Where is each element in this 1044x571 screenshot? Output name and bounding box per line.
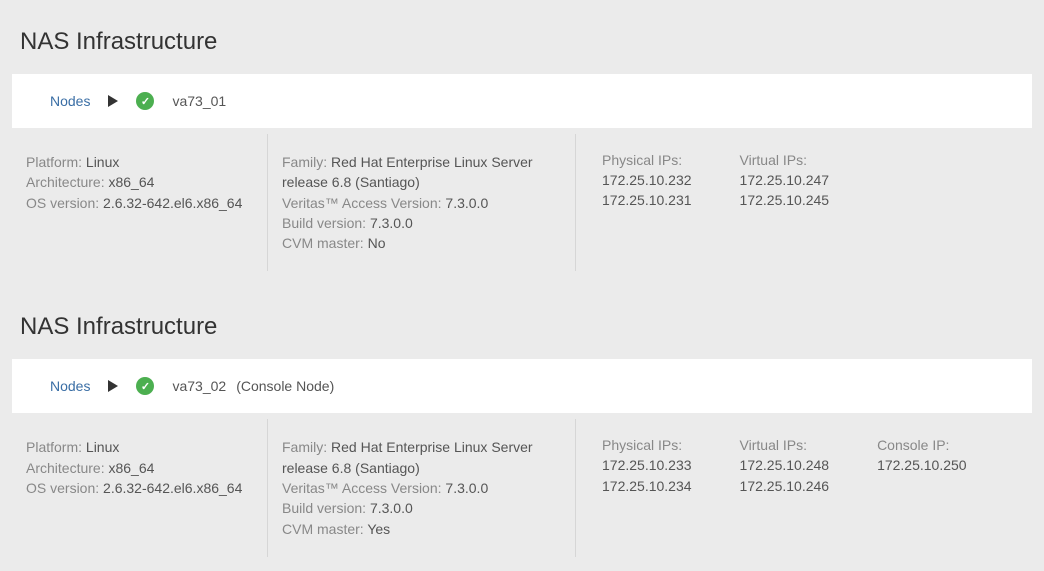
platform-row-value: Linux bbox=[86, 439, 119, 455]
play-icon[interactable] bbox=[108, 95, 118, 107]
nodes-link[interactable]: Nodes bbox=[50, 378, 90, 394]
build-version-row-value: 7.3.0.0 bbox=[370, 500, 413, 516]
virtual-ips: Virtual IPs: 172.25.10.248172.25.10.246 bbox=[740, 437, 830, 538]
access-version-row-label: Veritas™ Access Version: bbox=[282, 195, 442, 211]
access-version-row: Veritas™ Access Version: 7.3.0.0 bbox=[282, 478, 561, 498]
architecture-row: Architecture: x86_64 bbox=[26, 172, 253, 192]
play-icon[interactable] bbox=[108, 380, 118, 392]
details-col-system: Platform: LinuxArchitecture: x86_64OS ve… bbox=[12, 134, 268, 271]
cvm-master-row-value: No bbox=[368, 235, 386, 251]
virtual-ips-label: Virtual IPs: bbox=[740, 437, 830, 453]
access-version-row-value: 7.3.0.0 bbox=[445, 195, 488, 211]
virtual-ips-label: Virtual IPs: bbox=[740, 152, 830, 168]
node-suffix: (Console Node) bbox=[236, 378, 334, 394]
physical-ips: Physical IPs: 172.25.10.233172.25.10.234 bbox=[602, 437, 692, 538]
family-row-label: Family: bbox=[282, 439, 327, 455]
cvm-master-row: CVM master: No bbox=[282, 233, 561, 253]
ip-value: 172.25.10.250 bbox=[877, 455, 967, 475]
virtual-ips: Virtual IPs: 172.25.10.247172.25.10.245 bbox=[740, 152, 830, 253]
access-version-row-label: Veritas™ Access Version: bbox=[282, 480, 442, 496]
architecture-row: Architecture: x86_64 bbox=[26, 458, 253, 478]
ip-value: 172.25.10.246 bbox=[740, 476, 830, 496]
architecture-row-label: Architecture: bbox=[26, 174, 105, 190]
details-col-ips: Physical IPs: 172.25.10.232172.25.10.231 V… bbox=[576, 134, 1032, 271]
details-col-release: Family: Red Hat Enterprise Linux Server … bbox=[268, 134, 576, 271]
ip-value: 172.25.10.248 bbox=[740, 455, 830, 475]
cvm-master-row-label: CVM master: bbox=[282, 521, 364, 537]
ip-value: 172.25.10.234 bbox=[602, 476, 692, 496]
panel-title: NAS Infrastructure bbox=[12, 285, 1032, 359]
nas-infrastructure-panel: NAS Infrastructure Nodes ✓ va73_02 (Console … bbox=[0, 285, 1044, 570]
platform-row: Platform: Linux bbox=[26, 152, 253, 172]
os-version-row-value: 2.6.32-642.el6.x86_64 bbox=[103, 480, 242, 496]
console-ip-label: Console IP: bbox=[877, 437, 967, 453]
node-name: va73_01 bbox=[172, 93, 226, 109]
build-version-row-value: 7.3.0.0 bbox=[370, 215, 413, 231]
cvm-master-row-value: Yes bbox=[367, 521, 390, 537]
panel-title: NAS Infrastructure bbox=[12, 0, 1032, 74]
ip-value: 172.25.10.232 bbox=[602, 170, 692, 190]
node-name: va73_02 bbox=[172, 378, 226, 394]
os-version-row: OS version: 2.6.32-642.el6.x86_64 bbox=[26, 193, 253, 213]
family-row: Family: Red Hat Enterprise Linux Server … bbox=[282, 152, 561, 193]
access-version-row-value: 7.3.0.0 bbox=[445, 480, 488, 496]
cvm-master-row: CVM master: Yes bbox=[282, 519, 561, 539]
console-ip: Console IP: 172.25.10.250 bbox=[877, 437, 967, 538]
platform-row-value: Linux bbox=[86, 154, 119, 170]
build-version-row: Build version: 7.3.0.0 bbox=[282, 213, 561, 233]
nas-infrastructure-panel: NAS Infrastructure Nodes ✓ va73_01 Platform:… bbox=[0, 0, 1044, 285]
os-version-row-label: OS version: bbox=[26, 195, 99, 211]
details-col-release: Family: Red Hat Enterprise Linux Server … bbox=[268, 419, 576, 556]
node-header: Nodes ✓ va73_01 bbox=[12, 74, 1032, 128]
physical-ips-label: Physical IPs: bbox=[602, 152, 692, 168]
os-version-row: OS version: 2.6.32-642.el6.x86_64 bbox=[26, 478, 253, 498]
os-version-row-value: 2.6.32-642.el6.x86_64 bbox=[103, 195, 242, 211]
build-version-row: Build version: 7.3.0.0 bbox=[282, 498, 561, 518]
architecture-row-value: x86_64 bbox=[108, 460, 154, 476]
physical-ips: Physical IPs: 172.25.10.232172.25.10.231 bbox=[602, 152, 692, 253]
status-ok-icon: ✓ bbox=[136, 377, 154, 395]
nodes-link[interactable]: Nodes bbox=[50, 93, 90, 109]
platform-row-label: Platform: bbox=[26, 154, 82, 170]
os-version-row-label: OS version: bbox=[26, 480, 99, 496]
ip-value: 172.25.10.247 bbox=[740, 170, 830, 190]
architecture-row-value: x86_64 bbox=[108, 174, 154, 190]
physical-ips-label: Physical IPs: bbox=[602, 437, 692, 453]
access-version-row: Veritas™ Access Version: 7.3.0.0 bbox=[282, 193, 561, 213]
cvm-master-row-label: CVM master: bbox=[282, 235, 364, 251]
node-details: Platform: LinuxArchitecture: x86_64OS ve… bbox=[12, 413, 1032, 556]
platform-row: Platform: Linux bbox=[26, 437, 253, 457]
architecture-row-label: Architecture: bbox=[26, 460, 105, 476]
details-col-system: Platform: LinuxArchitecture: x86_64OS ve… bbox=[12, 419, 268, 556]
family-row: Family: Red Hat Enterprise Linux Server … bbox=[282, 437, 561, 478]
family-row-label: Family: bbox=[282, 154, 327, 170]
details-col-ips: Physical IPs: 172.25.10.233172.25.10.234 V… bbox=[576, 419, 1032, 556]
build-version-row-label: Build version: bbox=[282, 215, 366, 231]
node-header: Nodes ✓ va73_02 (Console Node) bbox=[12, 359, 1032, 413]
status-ok-icon: ✓ bbox=[136, 92, 154, 110]
node-details: Platform: LinuxArchitecture: x86_64OS ve… bbox=[12, 128, 1032, 271]
platform-row-label: Platform: bbox=[26, 439, 82, 455]
ip-value: 172.25.10.233 bbox=[602, 455, 692, 475]
ip-value: 172.25.10.245 bbox=[740, 190, 830, 210]
ip-value: 172.25.10.231 bbox=[602, 190, 692, 210]
build-version-row-label: Build version: bbox=[282, 500, 366, 516]
